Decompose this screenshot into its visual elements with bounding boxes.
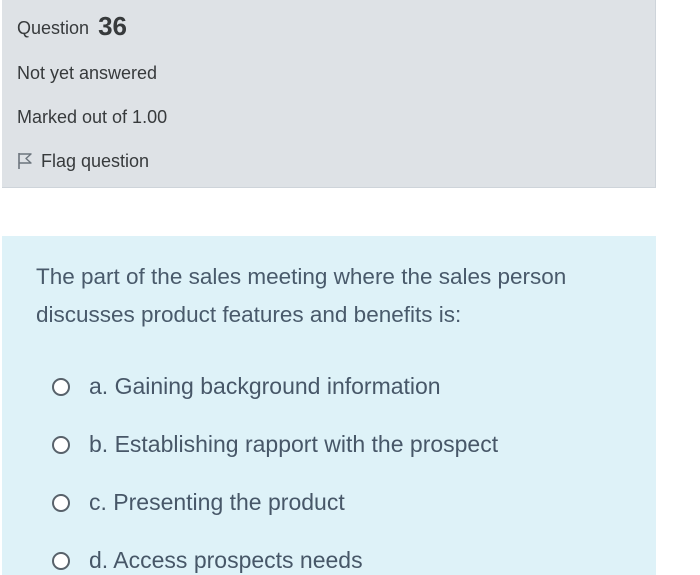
answer-label: d. Access prospects needs xyxy=(89,547,363,573)
answer-option-c[interactable]: c. Presenting the product xyxy=(52,489,345,516)
question-text: The part of the sales meeting where the … xyxy=(36,264,567,327)
question-number: 36 xyxy=(98,11,127,41)
answer-label: b. Establishing rapport with the prospec… xyxy=(89,431,499,457)
question-info-panel: Question 36 Not yet answered Marked out … xyxy=(2,0,656,188)
answer-option-b[interactable]: b. Establishing rapport with the prospec… xyxy=(52,431,498,458)
question-title: Question 36 xyxy=(17,11,127,41)
question-state: Not yet answered xyxy=(17,63,158,83)
question-grade: Marked out of 1.00 xyxy=(17,107,168,127)
answer-option-a[interactable]: a. Gaining background information xyxy=(52,373,441,400)
radio-button[interactable] xyxy=(52,551,70,570)
question-content-panel: The part of the sales meeting where the … xyxy=(2,236,656,575)
question-label: Question xyxy=(17,18,90,38)
flag-question-label: Flag question xyxy=(41,151,150,171)
radio-button[interactable] xyxy=(52,435,70,454)
answer-label: a. Gaining background information xyxy=(89,373,441,399)
answer-label: c. Presenting the product xyxy=(89,489,345,515)
flag-question-link[interactable]: Flag question xyxy=(17,150,149,172)
radio-button[interactable] xyxy=(52,377,70,396)
radio-button[interactable] xyxy=(52,493,70,512)
flag-icon xyxy=(17,152,33,170)
answer-option-d[interactable]: d. Access prospects needs xyxy=(52,547,363,574)
